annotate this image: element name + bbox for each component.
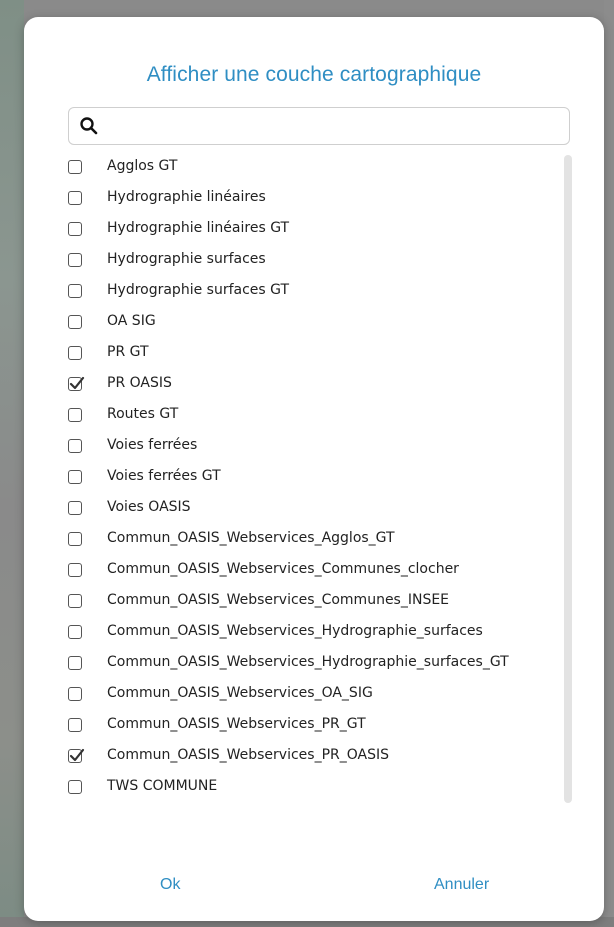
checkbox-unchecked[interactable] — [68, 284, 82, 298]
checkbox-unchecked[interactable] — [68, 625, 82, 639]
layer-item[interactable]: Voies OASIS — [58, 496, 568, 522]
layer-label: Commun_OASIS_Webservices_PR_OASIS — [107, 747, 390, 763]
layer-item[interactable]: PR OASIS — [58, 372, 568, 398]
checkbox-unchecked[interactable] — [68, 718, 82, 732]
layer-item[interactable]: Commun_OASIS_Webservices_OA_SIG — [58, 682, 568, 708]
dialog-title: Afficher une couche cartographique — [146, 63, 482, 86]
layer-label: Hydrographie surfaces GT — [107, 282, 290, 298]
layer-label: PR OASIS — [107, 375, 172, 391]
layer-item[interactable]: Voies ferrées — [58, 434, 568, 460]
layer-item[interactable]: Commun_OASIS_Webservices_Communes_INSEE — [58, 589, 568, 615]
checkbox-unchecked[interactable] — [68, 160, 82, 174]
layer-item[interactable]: Hydrographie surfaces GT — [58, 279, 568, 305]
checkbox-unchecked[interactable] — [68, 315, 82, 329]
cancel-button[interactable]: Annuler — [426, 872, 497, 898]
search-icon — [80, 117, 98, 135]
ok-button[interactable]: Ok — [152, 872, 188, 898]
search-box[interactable] — [68, 107, 570, 145]
checkbox-unchecked[interactable] — [68, 563, 82, 577]
layer-label: Voies ferrées GT — [107, 468, 221, 484]
check-icon — [69, 748, 85, 762]
layer-label: Voies ferrées — [107, 437, 198, 453]
layer-item[interactable]: Commun_OASIS_Webservices_Communes_cloche… — [58, 558, 568, 584]
checkbox-unchecked[interactable] — [68, 439, 82, 453]
layer-item[interactable]: PR GT — [58, 341, 568, 367]
checkbox-unchecked[interactable] — [68, 191, 82, 205]
layer-item[interactable]: Hydrographie linéaires GT — [58, 217, 568, 243]
layer-item[interactable]: Commun_OASIS_Webservices_PR_OASIS — [58, 744, 568, 770]
layer-label: Commun_OASIS_Webservices_Communes_cloche… — [107, 561, 459, 577]
checkbox-unchecked[interactable] — [68, 346, 82, 360]
layer-picker-dialog: Afficher une couche cartographique Agglo… — [24, 17, 604, 921]
layer-item[interactable]: Hydrographie linéaires — [58, 186, 568, 212]
layer-item[interactable]: Agglos GT — [58, 155, 568, 181]
check-icon — [69, 376, 85, 390]
checkbox-unchecked[interactable] — [68, 687, 82, 701]
layer-item[interactable]: Commun_OASIS_Webservices_Agglos_GT — [58, 527, 568, 553]
layer-label: Commun_OASIS_Webservices_Hydrographie_su… — [107, 623, 483, 639]
scrollbar-thumb[interactable] — [564, 155, 572, 803]
layer-label: Hydrographie linéaires — [107, 189, 266, 205]
layer-label: TWS COMMUNE — [107, 778, 218, 794]
layer-item[interactable]: Routes GT — [58, 403, 568, 429]
layer-item[interactable]: TWS COMMUNE — [58, 775, 568, 801]
layer-item[interactable]: Commun_OASIS_Webservices_PR_GT — [58, 713, 568, 739]
layer-label: Commun_OASIS_Webservices_OA_SIG — [107, 685, 373, 701]
layer-label: PR GT — [107, 344, 149, 360]
checkbox-unchecked[interactable] — [68, 253, 82, 267]
layer-label: Commun_OASIS_Webservices_Communes_INSEE — [107, 592, 450, 608]
layer-item[interactable]: Voies ferrées GT — [58, 465, 568, 491]
checkbox-unchecked[interactable] — [68, 532, 82, 546]
checkbox-unchecked[interactable] — [68, 656, 82, 670]
checkbox-unchecked[interactable] — [68, 470, 82, 484]
layer-label: Hydrographie surfaces — [107, 251, 266, 267]
layer-list[interactable]: Agglos GT Hydrographie linéaires Hydrograp… — [58, 155, 574, 827]
layer-label: Voies OASIS — [107, 499, 191, 515]
layer-item[interactable]: Commun_OASIS_Webservices_Hydrographie_su… — [58, 620, 568, 646]
map-edge-right — [604, 0, 614, 927]
map-edge-left — [0, 0, 24, 927]
layer-label: Commun_OASIS_Webservices_PR_GT — [107, 716, 366, 732]
layer-label: Commun_OASIS_Webservices_Hydrographie_su… — [107, 654, 509, 670]
checkbox-checked[interactable] — [68, 748, 85, 763]
layer-label: Hydrographie linéaires GT — [107, 220, 290, 236]
search-input[interactable] — [105, 112, 559, 140]
checkbox-unchecked[interactable] — [68, 222, 82, 236]
layer-item[interactable]: OA SIG — [58, 310, 568, 336]
checkbox-unchecked[interactable] — [68, 408, 82, 422]
layer-label: OA SIG — [107, 313, 156, 329]
layer-label: Agglos GT — [107, 158, 178, 174]
checkbox-unchecked[interactable] — [68, 780, 82, 794]
layer-list-scrollbar[interactable] — [562, 155, 572, 805]
layer-label: Commun_OASIS_Webservices_Agglos_GT — [107, 530, 395, 546]
checkbox-unchecked[interactable] — [68, 594, 82, 608]
checkbox-checked[interactable] — [68, 376, 85, 391]
layer-item[interactable]: Hydrographie surfaces — [58, 248, 568, 274]
checkbox-unchecked[interactable] — [68, 501, 82, 515]
layer-item[interactable]: Commun_OASIS_Webservices_Hydrographie_su… — [58, 651, 568, 677]
layer-label: Routes GT — [107, 406, 179, 422]
